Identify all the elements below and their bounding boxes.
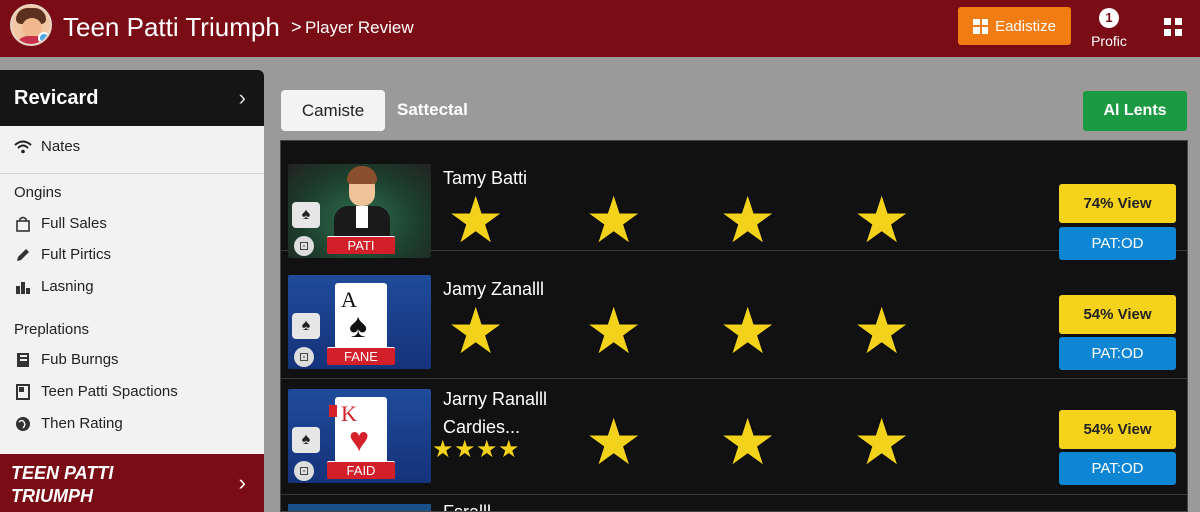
star-icon: ★	[853, 295, 911, 367]
sidebar-item-label: Lasning	[41, 278, 94, 295]
view-button[interactable]: 54% View	[1059, 295, 1176, 334]
mini-star-icon: ★	[498, 436, 520, 463]
profile-label: Profic	[1091, 33, 1127, 49]
star-icon: ★	[447, 295, 505, 367]
sidebar: Revicard › Nates Ongins Full Sales Fult …	[0, 70, 264, 512]
app-title: Teen Patti Triumph	[63, 12, 280, 42]
list-item[interactable]: A ♠ ♠ ⚀ FANE Jamy Zanalll ★ ★ ★ ★ 54% Vi…	[281, 269, 1187, 379]
sidebar-item-label: Fult Pirtics	[41, 246, 112, 263]
spade-icon: ♠	[349, 307, 368, 345]
sidebar-item-full-sales[interactable]: Full Sales	[14, 215, 107, 232]
edit-button-label: Eadistize	[995, 17, 1056, 35]
sidebar-divider	[0, 173, 264, 174]
book-icon	[14, 352, 32, 368]
wifi-icon	[14, 139, 32, 155]
view-button[interactable]: 74% View	[1059, 184, 1176, 223]
sidebar-item-label: Nates	[41, 138, 81, 155]
spade-icon: ♠	[292, 202, 320, 228]
sidebar-item-label: Then Rating	[41, 415, 123, 432]
tab-sattectal[interactable]: Sattectal	[397, 100, 468, 120]
star-icon: ★	[719, 295, 777, 367]
player-name: Jarny Ranalll	[443, 389, 548, 409]
card-thumbnail	[288, 504, 431, 511]
chip-icon: ⚀	[294, 236, 314, 256]
list-item[interactable]: K ♥ ♠ ⚀ FAID Jarny Ranalll Cardies... ★ …	[281, 380, 1187, 495]
sidebar-item-fult-pirtics[interactable]: Fult Pirtics	[14, 246, 111, 263]
sidebar-item-label: Fub Burngs	[41, 351, 119, 368]
list-item[interactable]: Fsralll	[281, 496, 1187, 512]
mini-star-icon: ★	[476, 436, 498, 463]
sidebar-brand-footer[interactable]: TEEN PATTI TRIUMPH ›	[0, 454, 264, 512]
star-icon: ★	[719, 184, 777, 256]
dealer-avatar	[334, 166, 390, 246]
edit-button[interactable]: Eadistize	[958, 7, 1071, 45]
sidebar-section-preplations: Preplations	[14, 321, 90, 338]
chip-icon: ⚀	[294, 461, 314, 481]
globe-icon	[14, 416, 32, 432]
star-icon: ★	[719, 406, 777, 478]
thumb-label: FANE	[327, 347, 395, 365]
list-item[interactable]: ♠ ⚀ PATI Tamy Batti ★ ★ ★ ★ 74% View PAT…	[281, 141, 1187, 260]
top-header: Teen Patti Triumph > Player Review Eadis…	[0, 0, 1200, 57]
sidebar-item-label: Full Sales	[41, 215, 107, 232]
dealer-thumbnail: ♠ ⚀ PATI	[288, 164, 431, 258]
chart-icon	[14, 279, 32, 295]
breadcrumb-player-review[interactable]: Player Review	[305, 18, 414, 38]
spade-icon: ♠	[292, 427, 320, 453]
sidebar-item-teen-patti-spactions[interactable]: Teen Patti Spactions	[14, 383, 178, 400]
chevron-right-icon: ›	[238, 85, 246, 110]
playing-card: A ♠	[335, 283, 387, 349]
status-button[interactable]: PAT:OD	[1059, 337, 1176, 370]
mini-star-icon: ★	[454, 436, 476, 463]
breadcrumb-separator-icon: >	[291, 17, 302, 37]
thumb-label: PATI	[327, 236, 395, 254]
mini-star-icon: ★	[432, 436, 454, 463]
spade-icon: ♠	[292, 313, 320, 339]
card-thumbnail: K ♥ ♠ ⚀ FAID	[288, 389, 431, 483]
chevron-right-icon: ›	[238, 470, 246, 495]
player-list: ♠ ⚀ PATI Tamy Batti ★ ★ ★ ★ 74% View PAT…	[280, 140, 1188, 512]
view-button[interactable]: 54% View	[1059, 410, 1176, 449]
flag-icon	[14, 383, 32, 400]
sidebar-section-ongins: Ongins	[14, 184, 62, 201]
profile-button[interactable]: 1 Profic	[1086, 8, 1132, 49]
sidebar-item-then-rating[interactable]: Then Rating	[14, 415, 123, 432]
status-button[interactable]: PAT:OD	[1059, 452, 1176, 485]
star-icon: ★	[447, 184, 505, 256]
user-avatar[interactable]	[10, 4, 52, 46]
card-thumbnail: A ♠ ♠ ⚀ FANE	[288, 275, 431, 369]
chip-icon: ⚀	[294, 347, 314, 367]
star-icon: ★	[853, 406, 911, 478]
thumb-label: FAID	[327, 461, 395, 479]
player-name: Fsralll	[443, 502, 491, 512]
star-icon: ★	[853, 184, 911, 256]
playing-card: K ♥	[329, 397, 387, 463]
sidebar-item-nates[interactable]: Nates	[14, 138, 80, 155]
windows-icon	[973, 18, 989, 34]
online-dot-icon	[38, 32, 50, 44]
sidebar-item-fub-burngs[interactable]: Fub Burngs	[14, 351, 119, 368]
all-lents-button[interactable]: Al Lents	[1083, 91, 1187, 131]
sidebar-title: Revicard	[14, 86, 99, 109]
status-button[interactable]: PAT:OD	[1059, 227, 1176, 260]
star-icon: ★	[585, 295, 643, 367]
sidebar-item-lasning[interactable]: Lasning	[14, 278, 94, 295]
sidebar-item-label: Teen Patti Spactions	[41, 383, 178, 400]
heart-icon: ♥	[349, 421, 370, 459]
tab-camiste[interactable]: Camiste	[281, 90, 385, 131]
sidebar-header[interactable]: Revicard ›	[0, 70, 264, 126]
pencil-icon	[14, 247, 32, 263]
bag-icon	[14, 216, 32, 232]
player-subtitle: Cardies...	[443, 417, 521, 437]
star-icon: ★	[585, 184, 643, 256]
brand-name: TEEN PATTI TRIUMPH	[11, 463, 114, 506]
star-icon: ★	[585, 406, 643, 478]
apps-grid-icon[interactable]	[1164, 18, 1182, 36]
info-icon: 1	[1099, 8, 1119, 28]
